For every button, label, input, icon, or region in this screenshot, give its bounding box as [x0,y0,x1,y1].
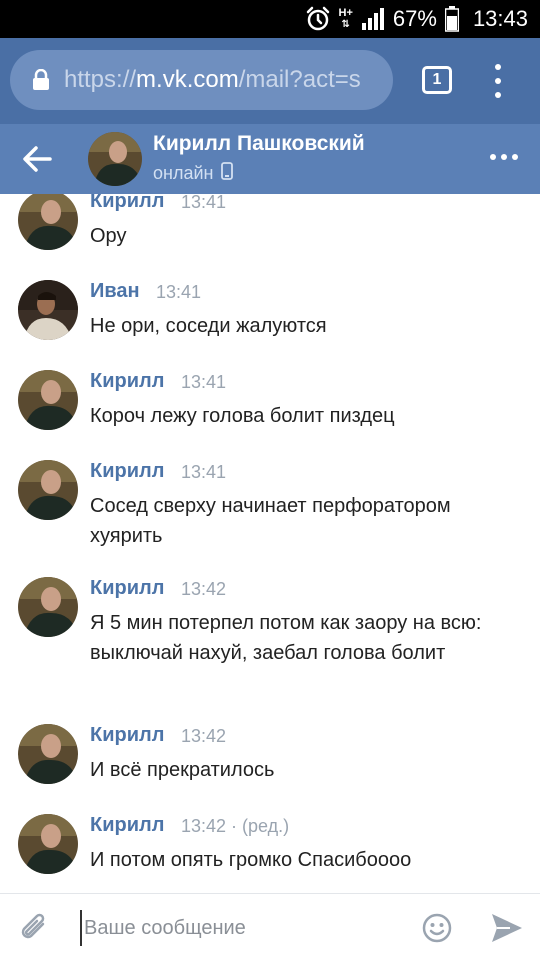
more-icon[interactable] [490,154,518,162]
message-time: 13:41 [181,462,226,483]
url-text: https://m.vk.com/mail?act=s [64,66,361,94]
battery-percentage: 67% [392,6,437,31]
clock: 13:43 [472,6,528,31]
message-time-text: 13:41 [181,372,227,392]
tabs-icon[interactable]: 1 [422,66,452,94]
chat-header: Кирилл Пашковский онлайн [0,124,540,194]
message-author[interactable]: Кирилл [90,370,164,393]
network-type-text: H+ [338,7,353,19]
message-input[interactable] [80,910,400,946]
signal-icon [361,7,385,31]
message-author[interactable]: Иван [90,280,140,303]
message-text: Я 5 мин потерпел потом как заору на всю:… [90,612,482,664]
back-arrow-icon[interactable] [20,142,54,176]
avatar[interactable] [18,280,78,340]
address-bar[interactable]: https://m.vk.com/mail?act=s [10,50,393,110]
contact-name: Кирилл Пашковский [153,132,365,155]
message-text: Ору [90,225,127,247]
avatar[interactable] [18,370,78,430]
avatar[interactable] [18,577,78,637]
status-bar: H+ ⇅ 67% 13:43 [0,0,540,38]
send-icon[interactable] [490,912,524,944]
message-text: И потом опять громко Спасибоооо [90,849,412,871]
avatar[interactable] [18,814,78,874]
message-time: 13:42 · (ред.) [181,816,289,837]
message-author[interactable]: Кирилл [90,194,164,213]
message-author[interactable]: Кирилл [90,460,164,483]
message-time: 13:42 [181,579,226,600]
message-time-text: 13:41 [181,462,227,482]
message-time-text: 13:41 [156,282,202,302]
edited-label: · (ред.) [226,816,290,836]
avatar[interactable] [18,194,78,250]
data-arrows-icon: ⇅ [341,19,350,30]
message-time: 13:42 [181,726,226,747]
message-time: 13:41 [181,372,226,393]
message-text: Короч лежу голова болит пиздец [90,405,395,427]
message-author[interactable]: Кирилл [90,724,164,747]
mobile-phone-icon [221,162,234,185]
avatar[interactable] [18,460,78,520]
avatar[interactable] [18,724,78,784]
message-list[interactable]: Кирилл 13:41 Ору Иван 13:41 Не ори, сосе… [0,194,540,893]
message-text: Не ори, соседи жалуются [90,315,327,337]
message-time: 13:41 [156,282,201,303]
browser-toolbar: https://m.vk.com/mail?act=s 1 [0,38,540,124]
smiley-icon[interactable] [421,912,453,944]
online-status-text: онлайн [153,163,214,183]
battery-icon [444,6,459,32]
url-host: m.vk.com [136,66,239,93]
message-composer [0,893,540,960]
overflow-menu-icon[interactable] [488,64,508,98]
message-text: Сосед сверху начинает перфоратором хуяри… [90,495,451,547]
paperclip-icon[interactable] [16,910,52,946]
tab-count: 1 [432,71,442,88]
contact-avatar[interactable] [88,132,142,186]
url-path: /mail?act=s [238,66,361,93]
message-time-text: 13:42 [181,726,227,746]
message-time-text: 13:41 [181,194,227,212]
contact-status: онлайн [153,162,234,185]
message-author[interactable]: Кирилл [90,577,164,600]
message-text: И всё прекратилось [90,759,275,781]
message-author[interactable]: Кирилл [90,814,164,837]
network-type-label: H+ ⇅ [338,7,353,31]
message-time-text: 13:42 [181,579,227,599]
message-time: 13:41 [181,194,226,213]
url-scheme: https:// [64,66,137,93]
message-time-text: 13:42 [181,816,227,836]
lock-icon [32,69,50,91]
alarm-icon [305,6,331,32]
